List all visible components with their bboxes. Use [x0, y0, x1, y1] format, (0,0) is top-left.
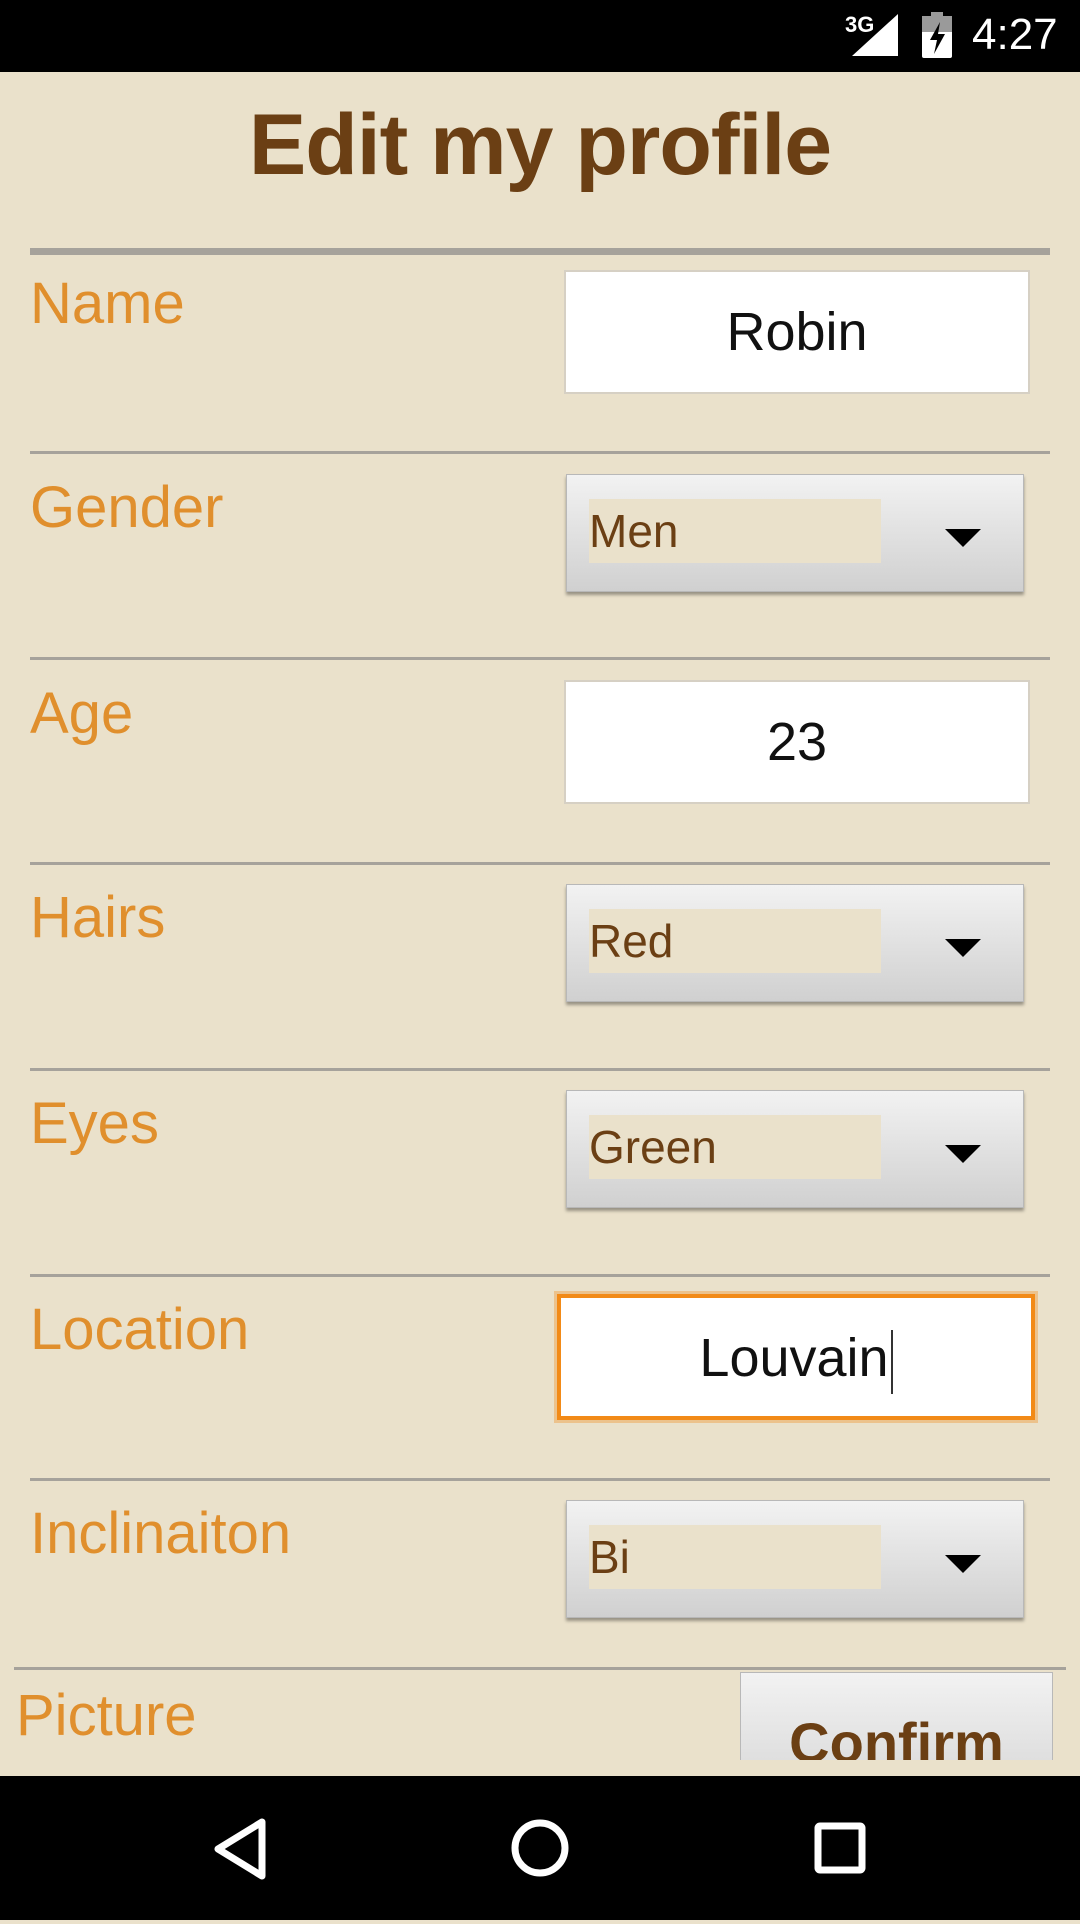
gender-label: Gender	[30, 475, 224, 540]
recents-button[interactable]	[750, 1776, 930, 1920]
divider	[30, 451, 1050, 454]
text-caret	[890, 1329, 893, 1394]
clock: 4:27	[972, 10, 1058, 59]
divider	[30, 1068, 1050, 1071]
age-row: Age 23	[30, 670, 1050, 875]
inclination-dropdown[interactable]: Bi	[566, 1500, 1024, 1618]
gender-row: Gender Men	[30, 464, 1050, 669]
name-row: Name Robin	[30, 260, 1050, 465]
signal-icon	[852, 14, 898, 56]
back-icon	[214, 1818, 266, 1880]
name-value: Robin	[726, 302, 868, 362]
dropdown-arrow-icon	[945, 1555, 981, 1573]
eyes-value: Green	[589, 1115, 881, 1179]
eyes-row: Eyes Green	[30, 1080, 1050, 1285]
back-button[interactable]	[150, 1776, 330, 1920]
navigation-bar	[0, 1776, 1080, 1920]
recents-icon	[814, 1822, 866, 1874]
home-button[interactable]	[450, 1776, 630, 1920]
status-bar: 3G 4:27	[0, 0, 1080, 72]
dropdown-arrow-icon	[945, 939, 981, 957]
eyes-dropdown[interactable]: Green	[566, 1090, 1024, 1208]
age-value: 23	[766, 712, 828, 772]
divider	[30, 862, 1050, 865]
divider	[30, 657, 1050, 660]
age-label: Age	[30, 681, 134, 746]
divider	[30, 1274, 1050, 1277]
hairs-value: Red	[589, 909, 881, 973]
age-input[interactable]: 23	[564, 680, 1030, 804]
profile-form: Edit my profile Name Robin Gender Men Ag…	[0, 72, 1080, 1760]
divider	[30, 1478, 1050, 1481]
eyes-label: Eyes	[30, 1091, 159, 1156]
home-icon	[511, 1819, 569, 1877]
inclination-label: Inclinaiton	[30, 1501, 292, 1566]
location-label: Location	[30, 1297, 250, 1362]
battery-icon	[922, 12, 952, 58]
gender-value: Men	[589, 499, 881, 563]
location-row: Location Louvain	[30, 1286, 1050, 1491]
gender-dropdown[interactable]: Men	[566, 474, 1024, 592]
title-divider	[30, 248, 1050, 255]
hairs-row: Hairs Red	[30, 874, 1050, 1079]
location-value: Louvain	[699, 1328, 889, 1388]
inclination-row: Inclinaiton Bi	[30, 1490, 1050, 1695]
dropdown-arrow-icon	[945, 1145, 981, 1163]
location-input[interactable]: Louvain	[557, 1294, 1035, 1420]
confirm-button[interactable]: Confirm	[740, 1672, 1053, 1760]
name-input[interactable]: Robin	[564, 270, 1030, 394]
divider	[14, 1667, 1066, 1670]
picture-label: Picture	[16, 1683, 197, 1748]
page-title: Edit my profile	[248, 97, 832, 193]
hairs-label: Hairs	[30, 885, 166, 950]
name-label: Name	[30, 271, 185, 336]
hairs-dropdown[interactable]: Red	[566, 884, 1024, 1002]
inclination-value: Bi	[589, 1525, 881, 1589]
dropdown-arrow-icon	[945, 529, 981, 547]
